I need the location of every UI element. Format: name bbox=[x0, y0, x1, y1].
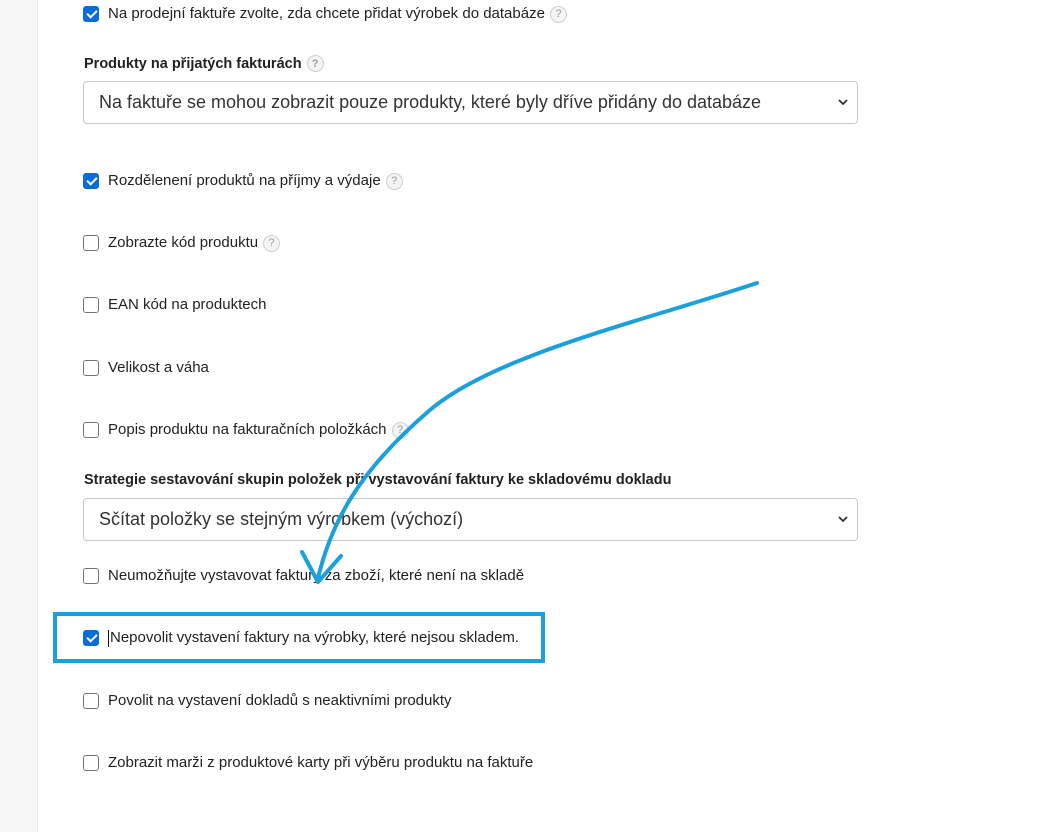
setting-show-product-code[interactable]: Zobrazte kód produktu ? bbox=[83, 233, 281, 253]
ean-code-checkbox[interactable] bbox=[83, 297, 99, 313]
block-out-of-stock-goods-checkbox[interactable] bbox=[83, 568, 99, 584]
chevron-down-icon bbox=[838, 99, 848, 106]
grouping-strategy-heading: Strategie sestavování skupin položek při… bbox=[84, 472, 671, 488]
chevron-down-icon bbox=[838, 516, 848, 523]
allow-inactive-products-checkbox[interactable] bbox=[83, 693, 99, 709]
help-icon[interactable]: ? bbox=[391, 421, 409, 439]
sales-invoice-add-product-label: Na prodejní faktuře zvolte, zda chcete p… bbox=[108, 5, 545, 22]
help-icon[interactable]: ? bbox=[306, 55, 324, 72]
product-description-label: Popis produktu na fakturačních položkách bbox=[108, 421, 387, 438]
setting-sales-invoice-add-product[interactable]: Na prodejní faktuře zvolte, zda chcete p… bbox=[83, 4, 567, 24]
show-margin-label: Zobrazit marži z produktové karty při vý… bbox=[108, 754, 534, 771]
disallow-invoice-not-in-stock-checkbox[interactable] bbox=[83, 630, 99, 646]
ean-code-label: EAN kód na produktech bbox=[108, 296, 267, 313]
setting-split-income-expense[interactable]: Rozdělenení produktů na příjmy a výdaje … bbox=[83, 171, 403, 191]
grouping-strategy-value: Sčítat položky se stejným výrobkem (vých… bbox=[99, 509, 464, 529]
setting-block-out-of-stock-goods[interactable]: Neumožňujte vystavovat faktury za zboží,… bbox=[83, 566, 524, 586]
block-out-of-stock-goods-label: Neumožňujte vystavovat faktury za zboží,… bbox=[108, 567, 525, 584]
received-invoice-products-value: Na faktuře se mohou zobrazit pouze produ… bbox=[99, 92, 762, 112]
allow-inactive-products-label: Povolit na vystavení dokladů s neaktivní… bbox=[108, 692, 452, 709]
split-income-expense-label: Rozdělenení produktů na příjmy a výdaje bbox=[108, 172, 381, 189]
received-invoice-products-heading: Produkty na přijatých fakturách ? bbox=[84, 55, 324, 72]
show-margin-checkbox[interactable] bbox=[83, 755, 99, 771]
help-icon[interactable]: ? bbox=[263, 234, 281, 252]
setting-ean-code[interactable]: EAN kód na produktech bbox=[83, 295, 266, 315]
help-icon[interactable]: ? bbox=[385, 172, 403, 190]
setting-size-weight[interactable]: Velikost a váha bbox=[83, 358, 209, 378]
grouping-strategy-title: Strategie sestavování skupin položek při… bbox=[84, 472, 672, 488]
disallow-invoice-not-in-stock-label: Nepovolit vystavení faktury na výrobky, … bbox=[110, 629, 520, 646]
split-income-expense-checkbox[interactable] bbox=[83, 173, 99, 189]
setting-show-margin[interactable]: Zobrazit marži z produktové karty při vý… bbox=[83, 753, 533, 773]
received-invoice-products-title: Produkty na přijatých fakturách bbox=[84, 55, 302, 72]
size-weight-checkbox[interactable] bbox=[83, 360, 99, 376]
size-weight-label: Velikost a váha bbox=[108, 359, 209, 376]
received-invoice-products-select[interactable]: Na faktuře se mohou zobrazit pouze produ… bbox=[83, 81, 858, 124]
left-gutter bbox=[0, 0, 38, 832]
grouping-strategy-select[interactable]: Sčítat položky se stejným výrobkem (vých… bbox=[83, 498, 858, 541]
setting-product-description[interactable]: Popis produktu na fakturačních položkách… bbox=[83, 420, 409, 440]
show-product-code-checkbox[interactable] bbox=[83, 235, 99, 251]
product-description-checkbox[interactable] bbox=[83, 422, 99, 438]
sales-invoice-add-product-checkbox[interactable] bbox=[83, 6, 99, 22]
setting-allow-inactive-products[interactable]: Povolit na vystavení dokladů s neaktivní… bbox=[83, 691, 452, 711]
text-caret bbox=[108, 629, 109, 647]
setting-disallow-invoice-not-in-stock[interactable]: Nepovolit vystavení faktury na výrobky, … bbox=[83, 628, 519, 648]
show-product-code-label: Zobrazte kód produktu bbox=[108, 234, 259, 251]
help-icon[interactable]: ? bbox=[549, 5, 567, 23]
